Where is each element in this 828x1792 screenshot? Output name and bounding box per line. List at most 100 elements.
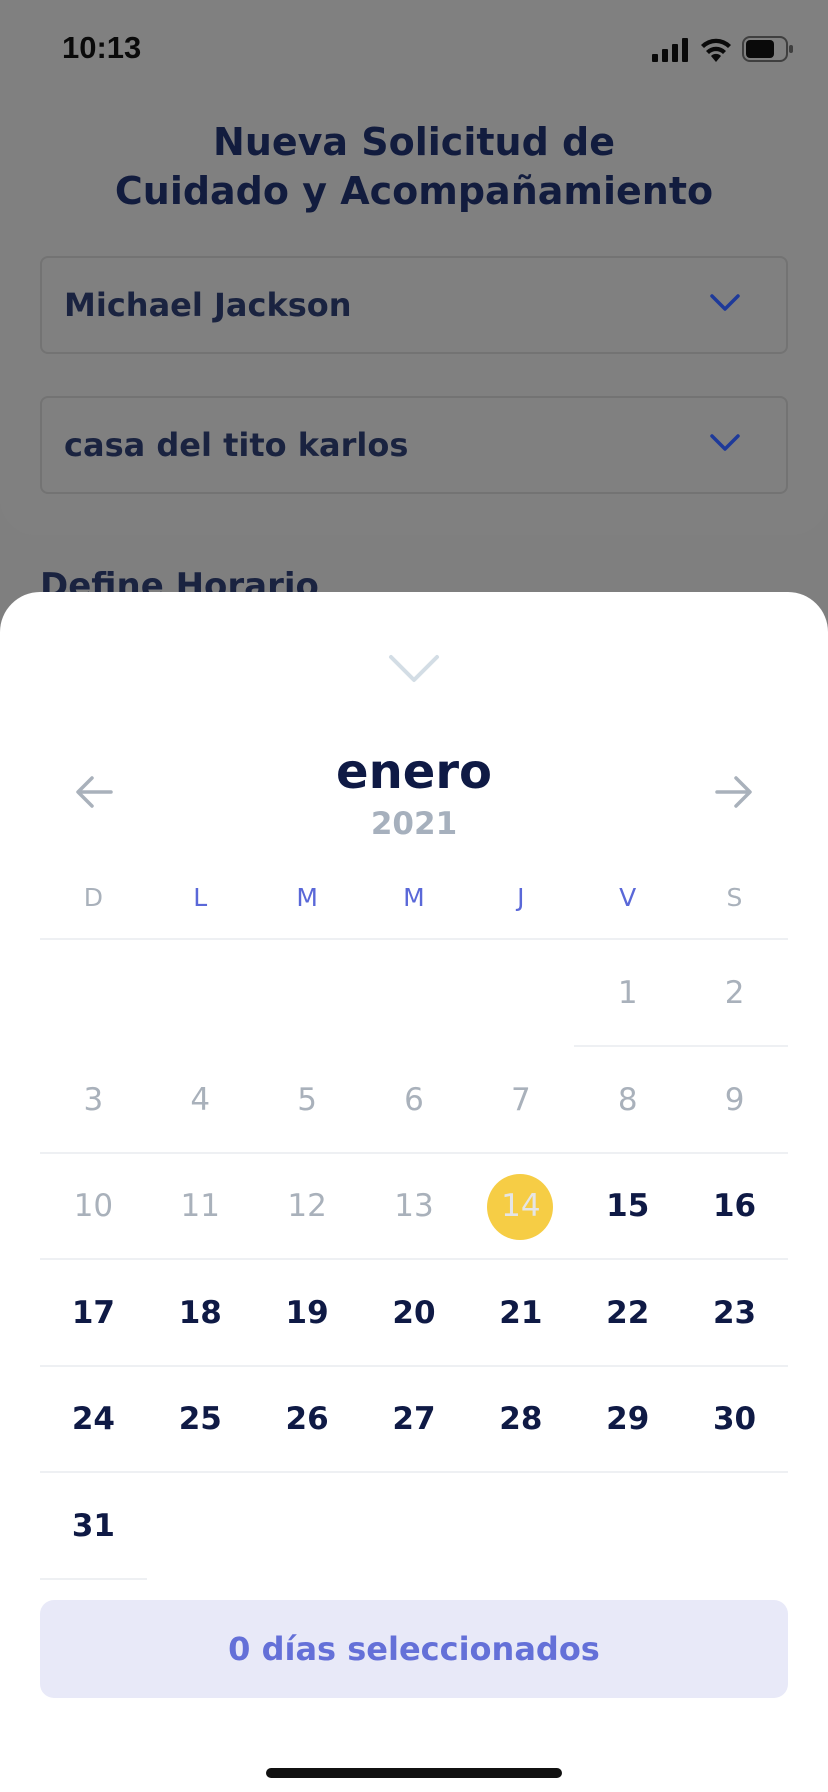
- calendar-day-label: 6: [404, 1081, 424, 1118]
- page-title: Nueva Solicitud de Cuidado y Acompañamie…: [0, 118, 828, 216]
- calendar-day[interactable]: 28: [467, 1367, 575, 1474]
- calendar-day-label: 12: [287, 1188, 327, 1225]
- calendar-day-label: 4: [190, 1081, 211, 1118]
- calendar-day[interactable]: 6: [360, 1048, 468, 1154]
- calendar-day[interactable]: 17: [40, 1261, 147, 1367]
- calendar-week-row: 12: [40, 941, 788, 1047]
- status-time: 10:13: [62, 30, 142, 65]
- calendar-week-row: 3 4 5 6 7 8 9: [40, 1048, 788, 1154]
- calendar-day-label: 25: [178, 1401, 222, 1438]
- patient-select[interactable]: Michael Jackson: [40, 256, 788, 354]
- next-month-button[interactable]: [712, 770, 756, 814]
- calendar-day-label: 24: [71, 1401, 115, 1438]
- wifi-icon: [701, 38, 731, 62]
- status-bar: 10:13: [0, 0, 828, 100]
- calendar-day-label: 11: [180, 1188, 220, 1225]
- calendar-day-label: 21: [499, 1294, 543, 1331]
- calendar-day[interactable]: 25: [146, 1367, 254, 1474]
- address-select-value: casa del tito karlos: [64, 426, 409, 464]
- calendar-day[interactable]: 23: [681, 1261, 788, 1367]
- year-label: 2021: [370, 806, 458, 842]
- page-title-line1: Nueva Solicitud de: [213, 120, 615, 164]
- calendar-day[interactable]: 2: [681, 941, 788, 1047]
- calendar-day[interactable]: 21: [467, 1261, 575, 1367]
- calendar-day-label: 1: [617, 975, 638, 1011]
- weekday-label: V: [619, 883, 637, 912]
- calendar-day[interactable]: 4: [146, 1048, 254, 1154]
- calendar-day-label: 23: [712, 1294, 757, 1331]
- calendar-day[interactable]: 26: [253, 1367, 361, 1474]
- calendar-day-label: 22: [606, 1294, 650, 1331]
- calendar-day-label: 17: [71, 1294, 115, 1331]
- calendar-sheet: enero 2021 D L M M J V S 1 2 3 4 5 6 7 8 9 10 11 12…: [0, 592, 828, 1792]
- calendar-day-label: 31: [71, 1508, 115, 1544]
- calendar-day-label: 19: [285, 1294, 329, 1331]
- page-title-line2: Cuidado y Acompañamiento: [114, 169, 714, 213]
- weekday-label: J: [517, 883, 525, 912]
- calendar-day-label: 3: [83, 1081, 104, 1118]
- calendar-day-label: 9: [724, 1081, 745, 1118]
- calendar-day-label: 2: [724, 975, 745, 1011]
- calendar-day[interactable]: 24: [40, 1367, 147, 1474]
- calendar-day[interactable]: 27: [360, 1367, 468, 1474]
- calendar-day[interactable]: 16: [681, 1154, 788, 1261]
- patient-select-value: Michael Jackson: [64, 286, 352, 324]
- calendar-week-row: 24 25 26 27 28 29 30: [40, 1367, 788, 1474]
- divider: [40, 938, 788, 940]
- home-indicator: [266, 1768, 562, 1778]
- signal-icon: [652, 38, 688, 62]
- calendar-day-label: 20: [392, 1294, 436, 1331]
- calendar-week-row: 31: [40, 1474, 788, 1580]
- calendar-day-label: 5: [297, 1081, 317, 1118]
- calendar-day-label: 15: [606, 1188, 650, 1225]
- weekday-header: D L M M J V S: [40, 864, 788, 932]
- calendar-day[interactable]: 13: [360, 1154, 468, 1261]
- calendar-day-label: 13: [394, 1188, 434, 1225]
- calendar-day-today[interactable]: 14: [467, 1154, 575, 1261]
- chevron-down-icon: [710, 434, 740, 451]
- month-label: enero: [336, 744, 492, 800]
- calendar-day-label: 16: [712, 1188, 757, 1225]
- calendar-week-row: 17 18 19 20 21 22 23: [40, 1261, 788, 1367]
- calendar-day-label: 28: [499, 1401, 543, 1438]
- calendar-day-label: 7: [510, 1081, 531, 1118]
- battery-icon: [742, 36, 793, 62]
- calendar-day-label: 29: [606, 1401, 650, 1438]
- calendar-day-label: 8: [617, 1081, 638, 1118]
- collapse-chevron-icon[interactable]: [388, 654, 440, 684]
- calendar-day[interactable]: 29: [574, 1367, 682, 1474]
- calendar-day[interactable]: 30: [681, 1367, 788, 1474]
- calendar-day[interactable]: 5: [253, 1048, 361, 1154]
- calendar-day[interactable]: 19: [253, 1261, 361, 1367]
- calendar-day[interactable]: 7: [467, 1048, 575, 1154]
- weekday-label: M: [403, 883, 425, 912]
- weekday-label: D: [83, 883, 104, 912]
- calendar-day[interactable]: 8: [574, 1048, 682, 1154]
- weekday-label: L: [193, 883, 208, 912]
- calendar-day[interactable]: 12: [253, 1154, 361, 1261]
- weekday-label: S: [726, 883, 743, 912]
- calendar-day[interactable]: 15: [574, 1154, 682, 1261]
- calendar-day[interactable]: 31: [40, 1474, 147, 1580]
- calendar-day[interactable]: 3: [40, 1048, 147, 1154]
- selection-summary-button[interactable]: 0 días seleccionados: [40, 1600, 788, 1698]
- chevron-down-icon: [710, 294, 740, 311]
- calendar-day[interactable]: 11: [146, 1154, 254, 1261]
- status-icons: [652, 36, 794, 62]
- calendar-day[interactable]: 9: [681, 1048, 788, 1154]
- calendar-day-label: 18: [178, 1294, 222, 1331]
- calendar-day[interactable]: 1: [574, 941, 682, 1047]
- arrow-right-icon: [715, 776, 752, 808]
- calendar-day[interactable]: 20: [360, 1261, 468, 1367]
- calendar-day-label: 27: [392, 1401, 436, 1438]
- calendar-day-label: 10: [73, 1188, 114, 1225]
- address-select[interactable]: casa del tito karlos: [40, 396, 788, 494]
- calendar-day[interactable]: 18: [146, 1261, 254, 1367]
- calendar-day-label: 26: [285, 1401, 329, 1438]
- calendar-day[interactable]: 22: [574, 1261, 682, 1367]
- calendar-day[interactable]: 10: [40, 1154, 147, 1261]
- calendar-day-label: 30: [712, 1401, 757, 1438]
- calendar-day-label: 14: [501, 1188, 541, 1225]
- calendar-week-row: 10 11 12 13 14 15 16: [40, 1154, 788, 1261]
- weekday-label: M: [296, 883, 318, 912]
